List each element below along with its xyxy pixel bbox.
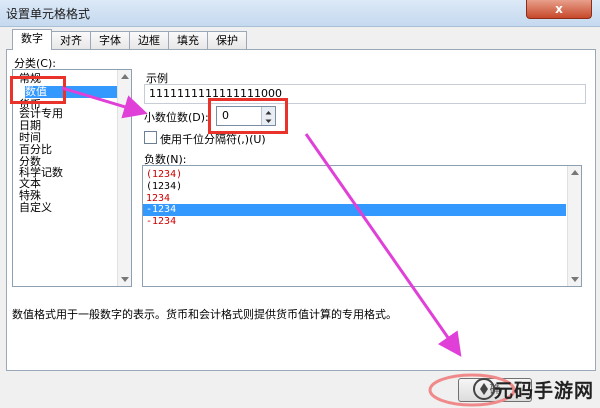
watermark-logo: 元码手游网 [472, 366, 600, 408]
arrow-to-ok [304, 133, 462, 357]
watermark-text: 元码手游网 [494, 380, 595, 402]
watermark-emblem-icon [473, 378, 495, 400]
annotation-arrows [61, 86, 516, 407]
tab-number[interactable]: 数字 [12, 29, 52, 50]
arrow-to-decimal [61, 86, 148, 119]
